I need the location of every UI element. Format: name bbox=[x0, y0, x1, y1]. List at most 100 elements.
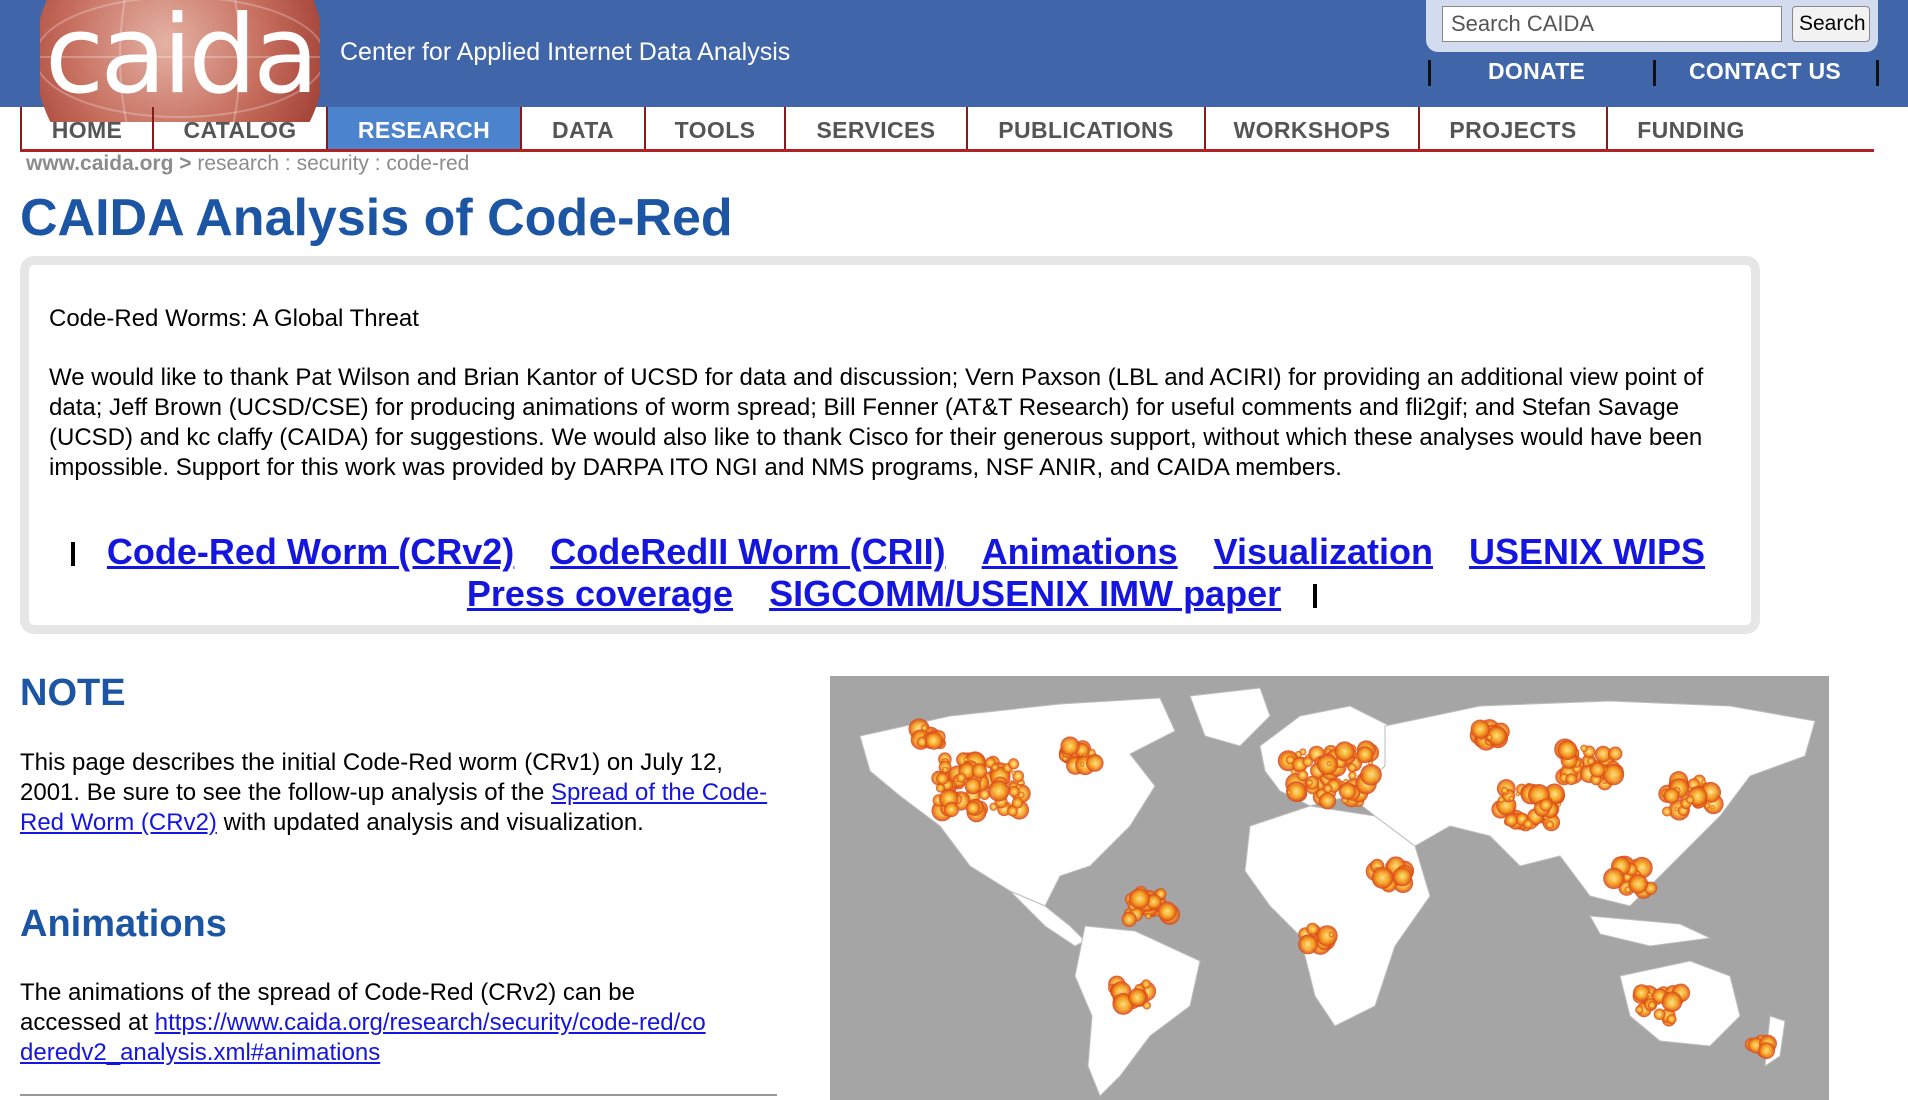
hotspot-dot bbox=[1128, 988, 1147, 1007]
hotspot-dot bbox=[943, 801, 959, 818]
hotspot-dot bbox=[924, 731, 943, 750]
search-area: Search bbox=[1426, 0, 1878, 52]
search-button[interactable]: Search bbox=[1792, 6, 1870, 42]
link-coderedii-worm[interactable]: CodeRedII Worm (CRII) bbox=[550, 531, 945, 572]
hotspot-dot bbox=[964, 777, 982, 795]
hotspot-dot bbox=[1661, 991, 1683, 1012]
hotspot-dot bbox=[1501, 786, 1509, 794]
link-visualization[interactable]: Visualization bbox=[1214, 531, 1433, 572]
nav-home[interactable]: HOME bbox=[20, 107, 152, 149]
hotspot-dot bbox=[1589, 761, 1606, 778]
nav-publications[interactable]: PUBLICATIONS bbox=[966, 107, 1204, 149]
hotspot-dot bbox=[1470, 719, 1490, 739]
section-links: Code-Red Worm (CRv2) CodeRedII Worm (CRII… bbox=[29, 531, 1751, 615]
hotspot-dot bbox=[1633, 984, 1651, 1002]
hotspot-dot bbox=[1653, 1008, 1666, 1021]
hotspot-dot bbox=[1710, 805, 1715, 810]
breadcrumb: www.caida.org > research : security : co… bbox=[26, 152, 469, 176]
link-usenix-wips[interactable]: USENIX WIPS bbox=[1469, 531, 1705, 572]
hotspot-dot bbox=[1145, 913, 1152, 920]
hotspot-dot bbox=[1356, 746, 1374, 763]
hotspot-dot bbox=[1392, 867, 1412, 887]
hotspot-dot bbox=[1497, 796, 1505, 803]
hotspot-dot bbox=[1338, 782, 1357, 800]
hotspot-dot bbox=[1545, 820, 1554, 829]
header-separator bbox=[1876, 60, 1879, 86]
contact-us-link[interactable]: CONTACT US bbox=[1689, 58, 1841, 85]
hotspot-dot bbox=[1647, 992, 1653, 998]
hotspot-dot bbox=[1011, 797, 1024, 809]
nav-research[interactable]: RESEARCH bbox=[326, 107, 520, 149]
hotspot-dot bbox=[1334, 741, 1355, 762]
hotspot-dot bbox=[1371, 867, 1394, 889]
header-separator bbox=[1428, 60, 1431, 86]
hotspot-dot bbox=[1603, 867, 1625, 890]
hotspot-dot bbox=[965, 801, 981, 816]
hotspot-dot bbox=[1647, 1001, 1657, 1010]
hotspot-dot bbox=[1685, 795, 1695, 804]
hotspot-dot bbox=[1662, 806, 1672, 817]
hotspot-dot bbox=[936, 772, 949, 785]
hotspot-dot bbox=[1608, 746, 1623, 761]
caida-logo[interactable]: caida bbox=[40, 0, 320, 122]
intro-box: Code-Red Worms: A Global Threat We would… bbox=[20, 256, 1760, 634]
hotspot-dot bbox=[1515, 792, 1520, 797]
hotspot-dot bbox=[956, 772, 967, 783]
hotspot-dot bbox=[1298, 934, 1318, 955]
link-animations[interactable]: Animations bbox=[982, 531, 1178, 572]
link-press-coverage[interactable]: Press coverage bbox=[467, 573, 733, 614]
hotspot-dot bbox=[1360, 764, 1382, 786]
hotspot-dot bbox=[1758, 1042, 1775, 1059]
hotspot-dot bbox=[1302, 756, 1313, 768]
link-sigcomm-usenix-imw-paper[interactable]: SIGCOMM/USENIX IMW paper bbox=[769, 573, 1281, 614]
nav-projects[interactable]: PROJECTS bbox=[1418, 107, 1606, 149]
nav-tools[interactable]: TOOLS bbox=[644, 107, 784, 149]
breadcrumb-path: research : security : code-red bbox=[197, 152, 470, 175]
hotspot-dot bbox=[1060, 736, 1080, 756]
nav-catalog[interactable]: CATALOG bbox=[152, 107, 326, 149]
hotspot-dot bbox=[1666, 1014, 1677, 1025]
hotspot-dot bbox=[1285, 755, 1295, 765]
hotspot-dot bbox=[1508, 796, 1514, 801]
nav-services[interactable]: SERVICES bbox=[784, 107, 966, 149]
hotspot-dot bbox=[1704, 803, 1711, 809]
site-tagline: Center for Applied Internet Data Analysi… bbox=[340, 38, 791, 66]
breadcrumb-separator: > bbox=[179, 152, 192, 175]
hotspot-dot bbox=[991, 763, 999, 772]
logo-text: caida bbox=[45, 0, 315, 118]
hotspot-dot bbox=[1580, 744, 1588, 752]
hotspot-dot bbox=[935, 783, 945, 793]
hotspot-dot bbox=[1316, 925, 1338, 947]
hotspot-dot bbox=[1121, 911, 1137, 927]
divider bbox=[20, 1094, 777, 1096]
breadcrumb-site-link[interactable]: www.caida.org bbox=[26, 152, 173, 175]
link-separator bbox=[70, 542, 75, 567]
page-title: CAIDA Analysis of Code-Red bbox=[20, 189, 733, 247]
hotspot-dot bbox=[1306, 779, 1313, 786]
acknowledgements-text: We would like to thank Pat Wilson and Br… bbox=[49, 364, 1704, 481]
hotspot-dot bbox=[971, 763, 987, 779]
link-code-red-worm-crv2[interactable]: Code-Red Worm (CRv2) bbox=[107, 531, 514, 572]
hotspot-dot bbox=[1008, 758, 1020, 770]
code-red-infection-world-map bbox=[830, 676, 1829, 1100]
animations-heading: Animations bbox=[20, 903, 227, 945]
hotspot-dot bbox=[1086, 754, 1104, 772]
hotspot-dot bbox=[1348, 771, 1357, 780]
intro-heading: Code-Red Worms: A Global Threat bbox=[49, 305, 419, 332]
hotspot-dot bbox=[1128, 888, 1150, 910]
hotspot-dot bbox=[1504, 813, 1518, 827]
note-text-after: with updated analysis and visualization. bbox=[216, 809, 644, 836]
hotspot-dot bbox=[1486, 734, 1493, 741]
hotspot-dot bbox=[1079, 762, 1085, 767]
note-text: This page describes the initial Code-Red… bbox=[20, 748, 780, 838]
hotspot-dot bbox=[1323, 784, 1333, 794]
hotspot-dot bbox=[1328, 932, 1334, 938]
search-input[interactable] bbox=[1442, 6, 1782, 42]
hotspot-dot bbox=[1565, 773, 1578, 786]
hotspot-dot bbox=[1287, 790, 1292, 795]
nav-workshops[interactable]: WORKSHOPS bbox=[1204, 107, 1418, 149]
nav-funding[interactable]: FUNDING bbox=[1606, 107, 1774, 149]
nav-data[interactable]: DATA bbox=[520, 107, 644, 149]
donate-link[interactable]: DONATE bbox=[1488, 58, 1585, 85]
site-header: caida Center for Applied Internet Data A… bbox=[0, 0, 1908, 122]
